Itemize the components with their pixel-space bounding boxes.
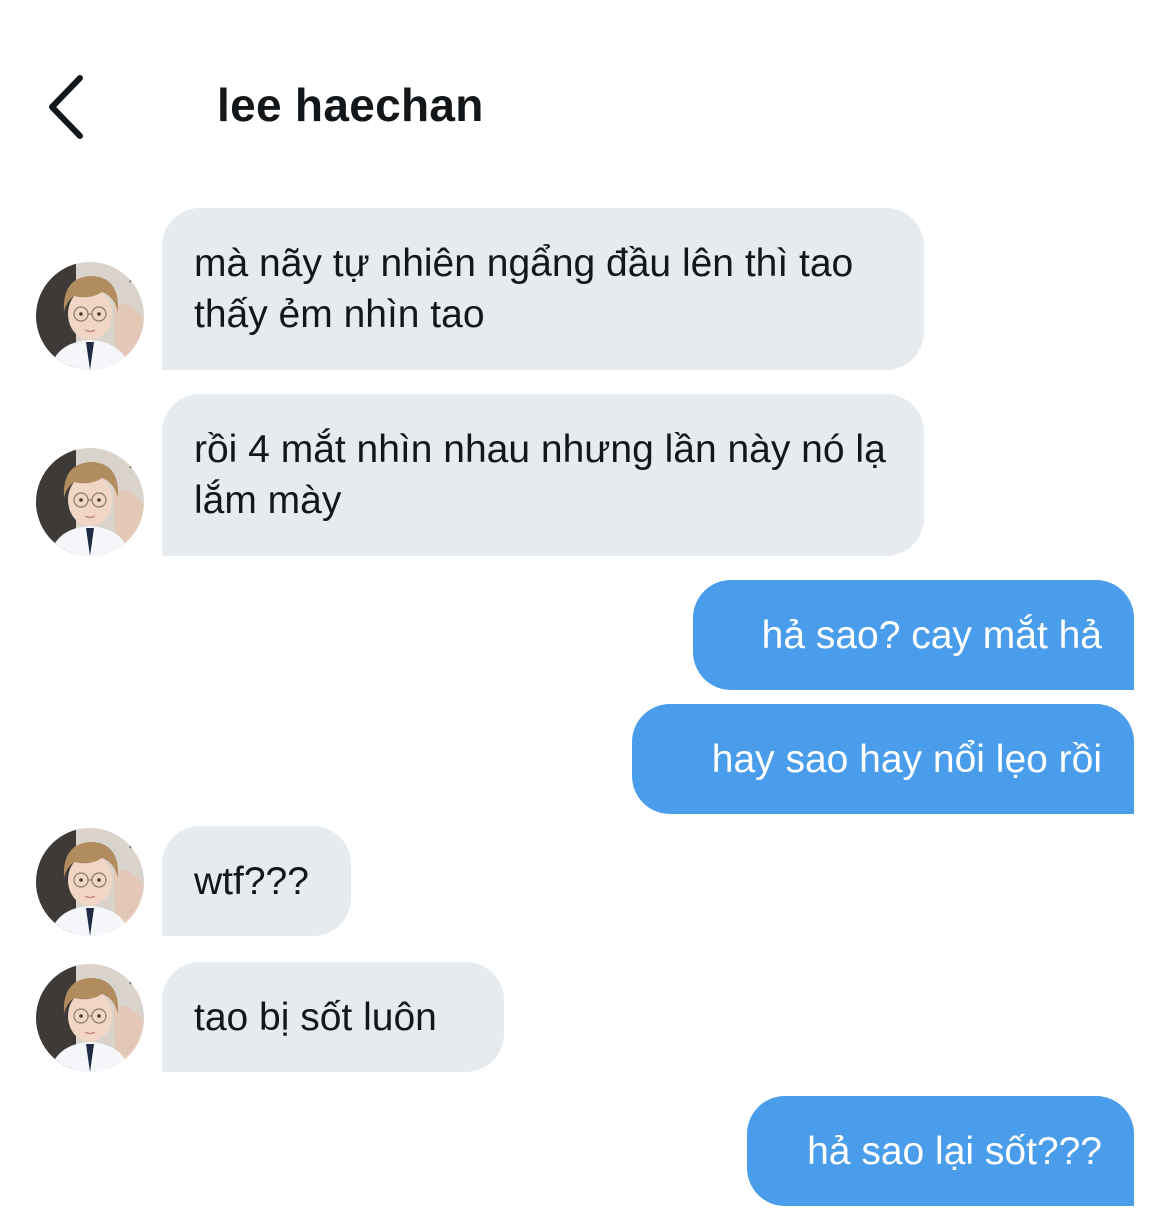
incoming-message-bubble[interactable]: rồi 4 mắt nhìn nhau nhưng lần này nó lạ …	[162, 394, 924, 556]
avatar[interactable]	[36, 448, 144, 556]
outgoing-message-bubble[interactable]: hả sao lại sốt???	[747, 1096, 1134, 1206]
message-text: hả sao? cay mắt hả	[761, 613, 1102, 657]
message-text: hả sao lại sốt???	[807, 1129, 1102, 1173]
incoming-message-bubble[interactable]: tao bị sốt luôn	[162, 962, 504, 1072]
chevron-left-icon	[49, 75, 83, 139]
message-text: mà nãy tự nhiên ngẩng đầu lên thì tao th…	[194, 242, 854, 336]
avatar[interactable]	[36, 828, 144, 936]
outgoing-message-bubble[interactable]: hay sao hay nổi lẹo rồi	[632, 704, 1134, 814]
outgoing-message-bubble[interactable]: hả sao? cay mắt hả	[693, 580, 1134, 690]
message-text: rồi 4 mắt nhìn nhau nhưng lần này nó lạ …	[194, 428, 886, 522]
message-text: wtf???	[194, 859, 309, 903]
incoming-message-bubble[interactable]: wtf???	[162, 826, 351, 936]
avatar[interactable]	[36, 964, 144, 1072]
contact-name: lee haechan	[217, 79, 484, 131]
back-button[interactable]	[38, 70, 98, 144]
avatar[interactable]	[36, 262, 144, 370]
chat-header: lee haechan	[0, 0, 1169, 190]
incoming-message-bubble[interactable]: mà nãy tự nhiên ngẩng đầu lên thì tao th…	[162, 208, 924, 370]
message-text: hay sao hay nổi lẹo rồi	[711, 737, 1102, 781]
message-text: tao bị sốt luôn	[194, 995, 437, 1039]
